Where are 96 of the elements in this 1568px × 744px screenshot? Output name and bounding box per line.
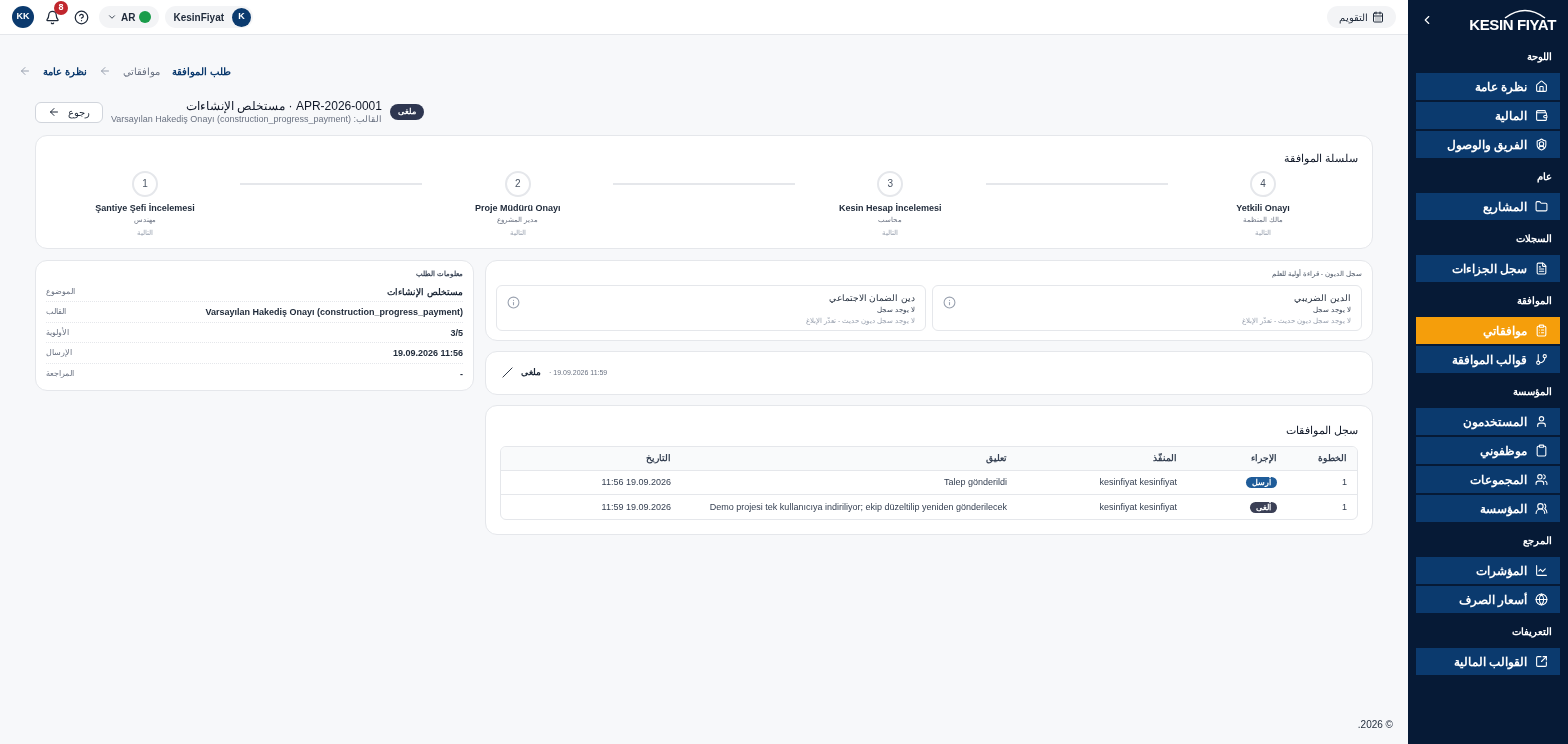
breadcrumb-link[interactable]: نظرة عامة	[43, 63, 87, 79]
table-cell-text: 1	[1341, 500, 1348, 514]
nav-item[interactable]: القوالب المالية	[1416, 648, 1560, 675]
breadcrumb-arrow-icon	[98, 65, 111, 77]
debt-title: الدين الضريبي	[1293, 291, 1351, 306]
footer-copyright: © 2026.	[1357, 718, 1393, 732]
step-number: 4	[1250, 170, 1276, 197]
breadcrumb-link[interactable]: موافقاتي	[122, 63, 160, 79]
organization-selector[interactable]: KesinFiyat K	[165, 6, 254, 28]
back-button[interactable]: رجوع	[35, 101, 103, 123]
step-name: Kesin Hesap İncelemesi	[839, 201, 942, 215]
flag-icon	[139, 11, 152, 23]
user-avatar[interactable]: KK	[12, 6, 34, 28]
nav-item[interactable]: موظفوني	[1416, 437, 1560, 464]
chart-icon	[1535, 564, 1548, 577]
breadcrumb-arrow-icon	[19, 65, 31, 77]
step-name: Yetkili Onayı	[1236, 201, 1290, 215]
shield-user-icon	[1535, 138, 1548, 151]
help-icon[interactable]	[74, 9, 89, 25]
card-title: سجل الموافقات	[1284, 422, 1358, 439]
info-label: القالب	[46, 306, 66, 319]
nav-item[interactable]: المؤشرات	[1416, 557, 1560, 584]
page-title: مستخلص الإنشاءات · APR-2026-0001	[185, 99, 382, 114]
column-header: تعليق	[985, 452, 1008, 466]
external-link-icon	[1535, 655, 1548, 668]
clipboard-list-icon	[1535, 324, 1548, 337]
nav-item[interactable]: نظرة عامة	[1416, 73, 1560, 100]
section-label: الموافقة	[1516, 294, 1553, 309]
card-title: سلسلة الموافقة	[1282, 151, 1358, 167]
section-label: السجلات	[1515, 232, 1553, 246]
nav-item[interactable]: المستخدمون	[1416, 408, 1560, 435]
breadcrumb-link[interactable]: طلب الموافقة	[171, 63, 231, 79]
nav-item[interactable]: أسعار الصرف	[1416, 586, 1560, 613]
step-number: 1	[132, 170, 158, 197]
nav-item[interactable]: الفريق والوصول	[1416, 131, 1560, 158]
section-label: اللوحة	[1526, 50, 1553, 65]
notifications-icon[interactable]	[44, 9, 60, 25]
table-cell-text: kesinfiyat kesinfiyat	[1098, 500, 1178, 514]
info-label: الموضوع	[46, 285, 75, 298]
users-icon	[1535, 502, 1548, 515]
debt-title: دين الضمان الاجتماعي	[828, 291, 915, 306]
column-header: الخطوة	[1317, 452, 1348, 466]
info-label: المراجعة	[46, 367, 74, 380]
info-value: -	[460, 367, 463, 381]
language-selector[interactable]: AR	[99, 6, 160, 28]
section-label: المرجع	[1522, 534, 1553, 549]
table-cell-text: 19.09.2026 11:59	[600, 500, 672, 514]
chevron-down-icon	[107, 12, 117, 22]
slash-icon	[502, 367, 513, 379]
arrow-left-icon	[48, 106, 60, 119]
info-label: الإرسال	[46, 347, 72, 360]
info-icon	[507, 295, 520, 309]
column-header: الإجراء	[1250, 452, 1278, 466]
calendar-button[interactable]: التقويم	[1327, 6, 1396, 28]
info-value: 19.09.2026 11:56	[392, 347, 463, 361]
step-number: 2	[504, 170, 531, 197]
column-header: التاريخ	[645, 452, 672, 466]
info-value: 3/5	[450, 326, 463, 340]
section-label: المؤسسة	[1512, 385, 1553, 400]
table-cell-text: Talep gönderildi	[942, 476, 1008, 489]
column-header: المنفّذ	[1152, 452, 1178, 465]
folder-icon	[1535, 200, 1548, 213]
branch-icon	[1535, 353, 1548, 366]
page-subtitle: القالب: Varsayılan Hakediş Onayı (construction_progress_payment)	[111, 114, 382, 126]
user-icon	[1535, 415, 1548, 428]
wallet-icon	[1535, 109, 1548, 122]
step-name: Şantiye Şefi İncelemesi	[95, 201, 195, 215]
info-value: مستخلص الإنشاءات	[387, 285, 463, 300]
home-icon	[1535, 80, 1548, 93]
globe-icon	[1535, 593, 1548, 606]
users-icon	[1535, 473, 1548, 486]
calendar-icon	[1372, 11, 1384, 23]
info-icon	[943, 295, 956, 309]
nav-item[interactable]: سجل الجزاءات	[1416, 255, 1560, 282]
info-label: الأولوية	[46, 326, 69, 339]
clipboard-icon	[1535, 444, 1548, 457]
step-name: Proje Müdürü Onayı	[474, 201, 561, 215]
section-label: عام	[1536, 170, 1553, 185]
nav-item[interactable]: المؤسسة	[1416, 495, 1560, 522]
step-number: 3	[877, 170, 904, 197]
nav-item[interactable]: المشاريع	[1416, 193, 1560, 220]
document-icon	[1535, 262, 1548, 275]
table-cell-text: kesinfiyat kesinfiyat	[1098, 476, 1178, 489]
activity-status: ملغى	[521, 366, 541, 379]
nav-item[interactable]: المالية	[1416, 102, 1560, 129]
table-cell-text: 19.09.2026 11:56	[600, 476, 672, 489]
table-cell-text: Demo projesi tek kullanıcıya indiriliyor; ekip düzeltilip yeniden gönderilecek	[708, 500, 1008, 514]
nav-item[interactable]: قوالب الموافقة	[1416, 346, 1560, 373]
notification-badge: 8	[54, 1, 68, 15]
logo[interactable]: KESIN FIYAT	[1469, 8, 1556, 32]
status-badge: ملغى	[389, 104, 424, 121]
nav-item[interactable]: المجموعات	[1416, 466, 1560, 493]
organization-avatar: K	[232, 7, 252, 27]
info-value: Varsayılan Hakediş Onayı (construction_progress_payment)	[205, 306, 463, 320]
section-label: التعريفات	[1511, 625, 1553, 640]
table-cell-text: 1	[1341, 476, 1348, 489]
